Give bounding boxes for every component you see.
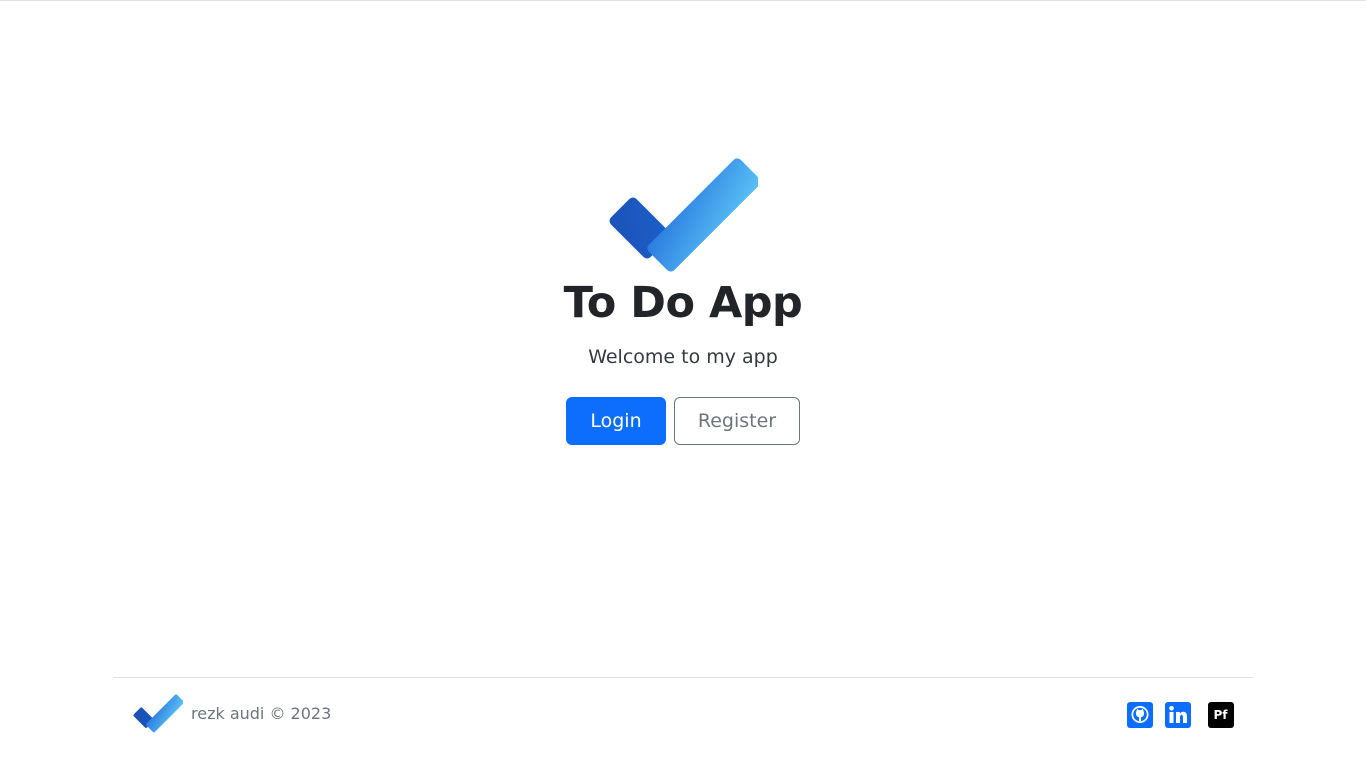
register-button[interactable]: Register bbox=[674, 397, 800, 445]
github-icon[interactable] bbox=[1126, 701, 1153, 728]
top-divider bbox=[0, 0, 1366, 1]
portfolio-label: Pf bbox=[1207, 701, 1234, 728]
checkmark-logo-icon bbox=[608, 154, 761, 274]
linkedin-icon[interactable] bbox=[1164, 701, 1191, 728]
login-button[interactable]: Login bbox=[566, 397, 666, 445]
app-title: To Do App bbox=[563, 278, 803, 328]
checkmark-logo-icon bbox=[133, 693, 184, 733]
app-subtitle: Welcome to my app bbox=[588, 346, 778, 368]
footer-copyright: rezk audi © 2023 bbox=[191, 704, 332, 723]
portfolio-icon[interactable]: Pf bbox=[1207, 701, 1234, 728]
footer: rezk audi © 2023 Pf bbox=[113, 677, 1253, 751]
